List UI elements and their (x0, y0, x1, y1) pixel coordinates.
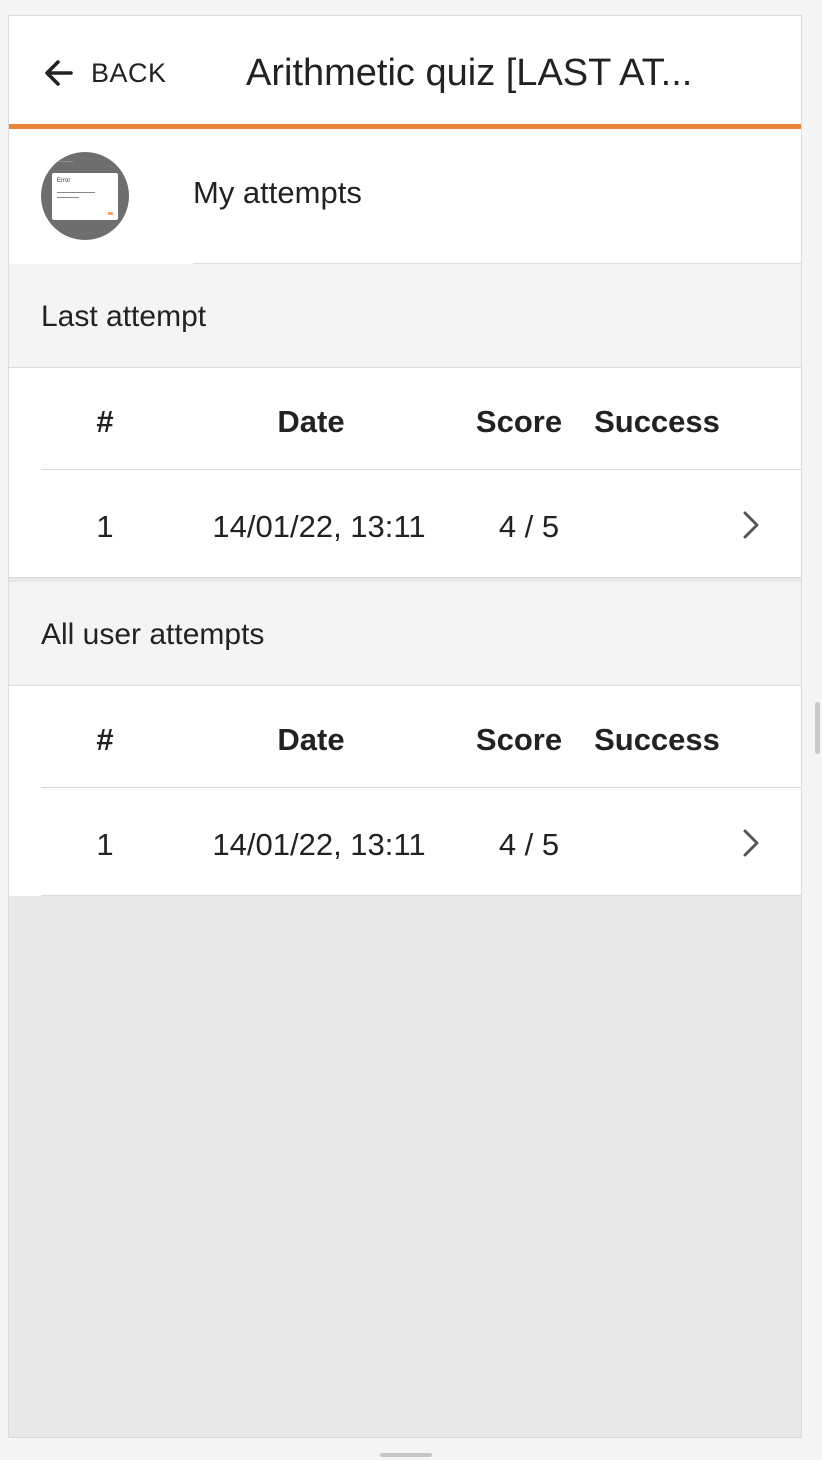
attempt-date: 14/01/22, 13:11 (212, 827, 426, 862)
chevron-right-icon[interactable] (737, 508, 765, 547)
back-label: BACK (91, 57, 167, 88)
column-header-score: Score (475, 404, 563, 439)
page-title: Arithmetic quiz [LAST AT... (246, 52, 693, 94)
attempt-score: 4 / 5 (498, 509, 560, 544)
section-title: Last attempt (41, 300, 207, 333)
my-attempts-label: My attempts (193, 175, 362, 210)
column-header-success: Success (594, 722, 720, 757)
column-header-success: Success (594, 404, 720, 439)
home-indicator[interactable] (380, 1453, 432, 1457)
divider (41, 895, 801, 896)
table-header: # Date Score Success (9, 686, 801, 788)
attempt-date: 14/01/22, 13:11 (212, 509, 426, 544)
table-row[interactable]: 1 14/01/22, 13:11 4 / 5 (9, 788, 801, 896)
thumbnail-text: Error (57, 178, 71, 184)
column-header-score: Score (475, 722, 563, 757)
section-title: All user attempts (41, 618, 265, 651)
column-header-number: # (96, 722, 114, 757)
chevron-right-icon[interactable] (737, 826, 765, 865)
section-header-all-user-attempts: All user attempts (9, 582, 801, 686)
attempt-number: 1 (96, 827, 114, 862)
activity-thumbnail: Error (41, 152, 129, 240)
column-header-date: Date (277, 404, 345, 439)
arrow-left-icon (41, 55, 77, 91)
back-button[interactable]: BACK (41, 53, 167, 93)
page-header: BACK Arithmetic quiz [LAST AT... (9, 16, 801, 129)
section-header-last-attempt: Last attempt (9, 264, 801, 368)
divider (9, 577, 801, 578)
attempt-score: 4 / 5 (498, 827, 560, 862)
column-header-number: # (96, 404, 114, 439)
my-attempts-item[interactable]: Error My attempts (9, 129, 801, 264)
table-row[interactable]: 1 14/01/22, 13:11 4 / 5 (9, 470, 801, 578)
table-header: # Date Score Success (9, 368, 801, 470)
attempt-number: 1 (96, 509, 114, 544)
scrollbar[interactable] (815, 702, 820, 754)
column-header-date: Date (277, 722, 345, 757)
app-frame: BACK Arithmetic quiz [LAST AT... Error M… (8, 15, 802, 1438)
